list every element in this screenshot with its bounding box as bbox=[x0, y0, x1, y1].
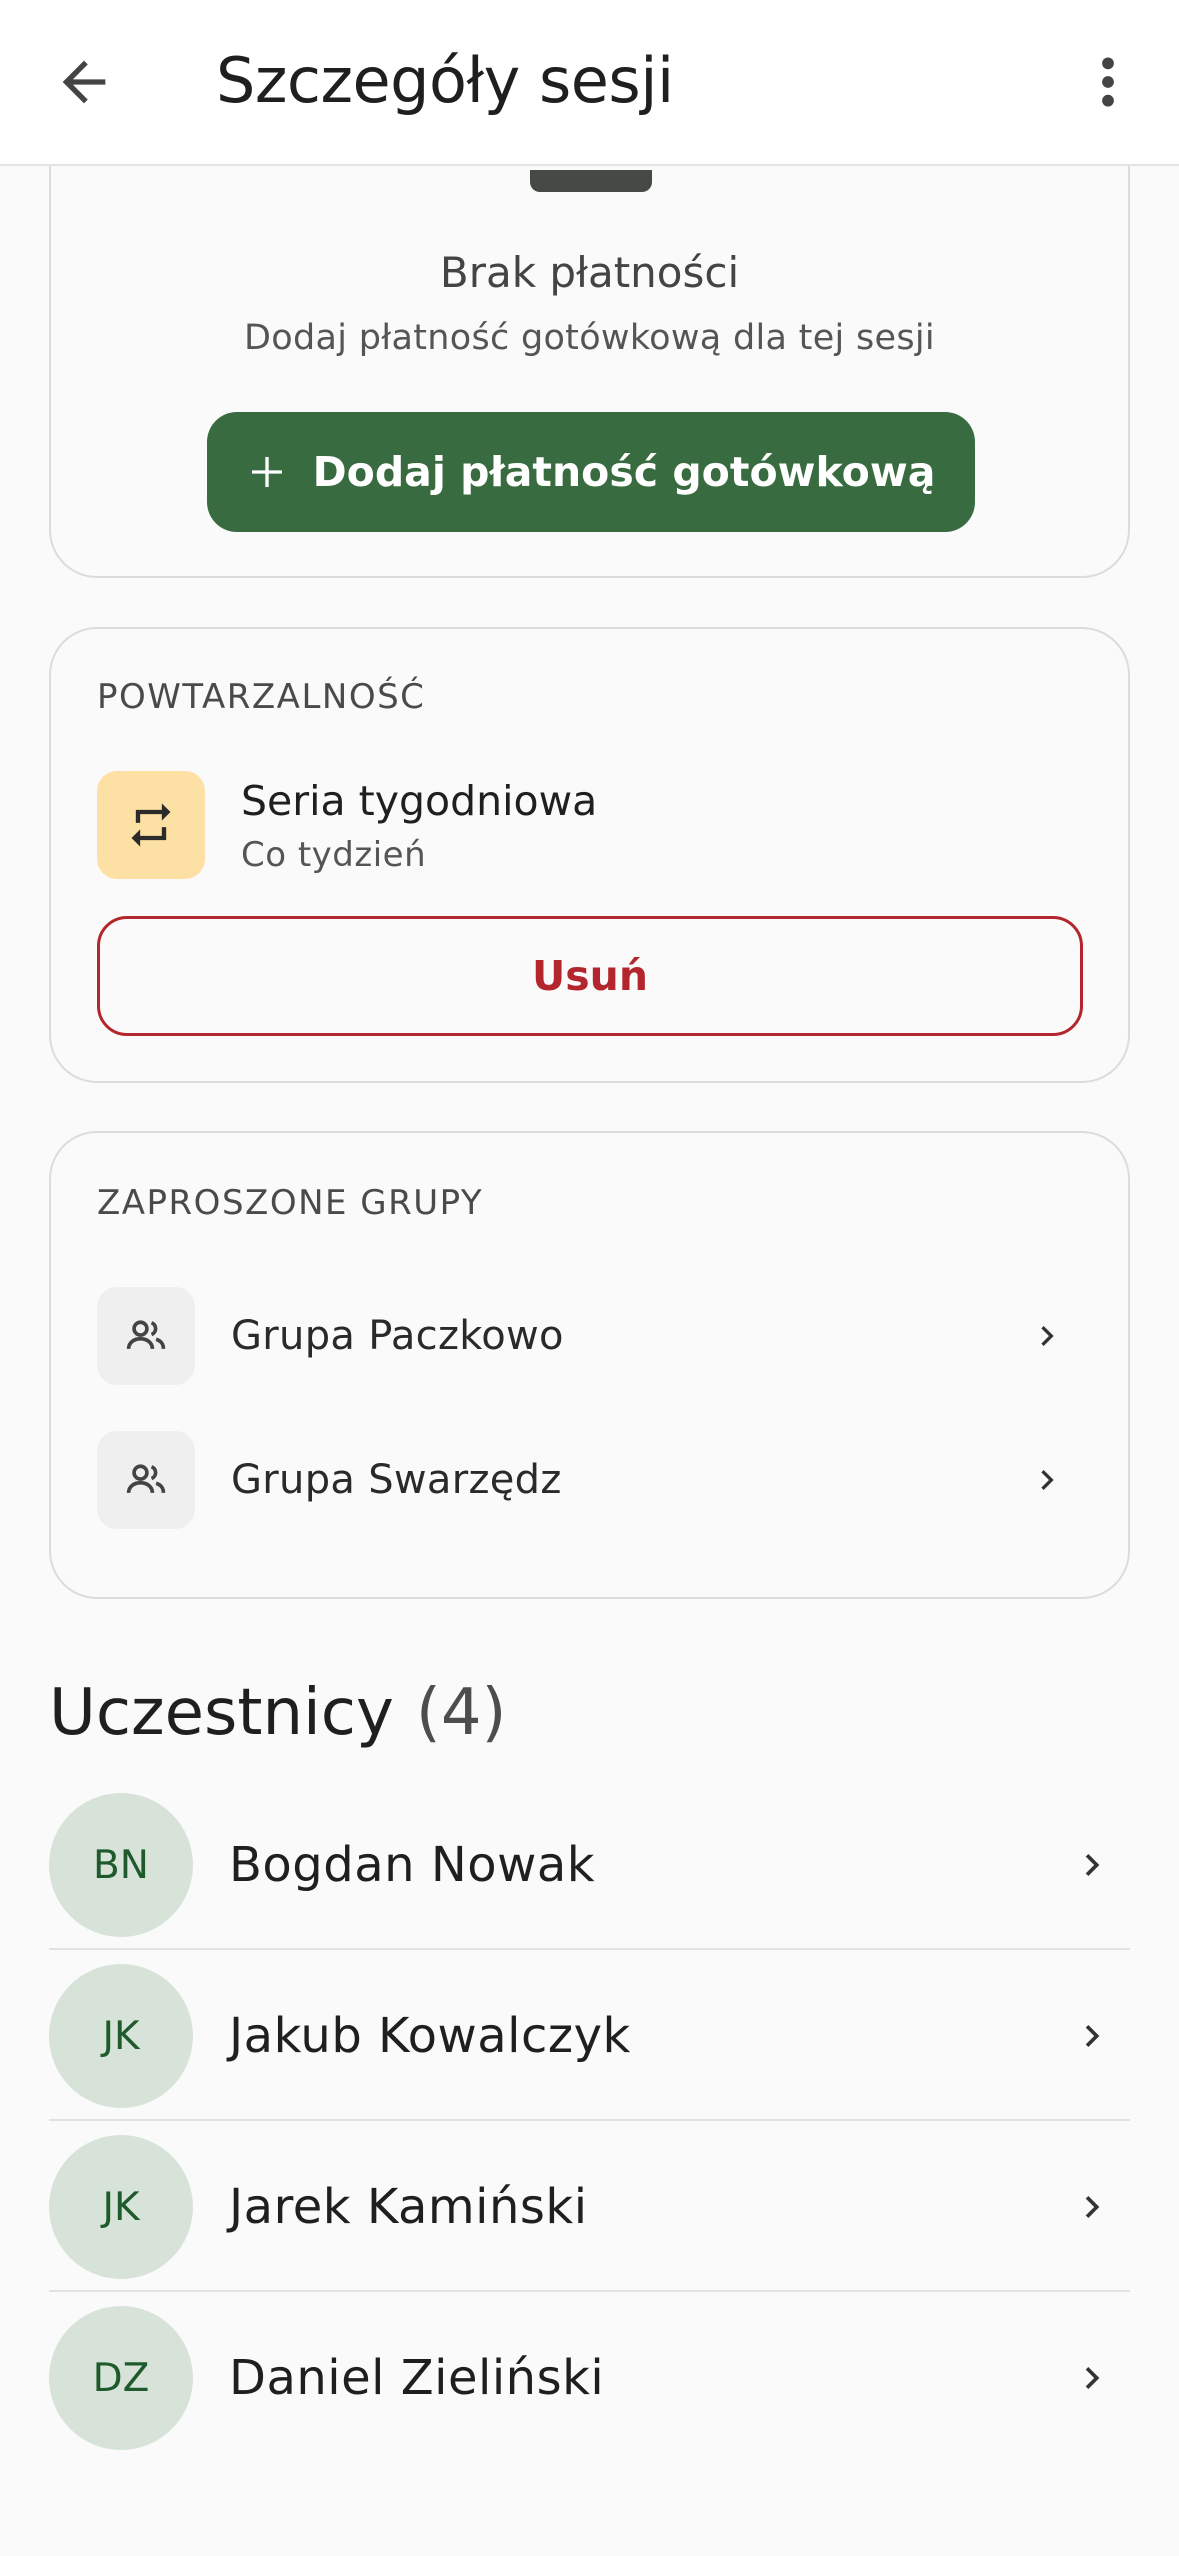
recurrence-section-label: POWTARZALNOŚĆ bbox=[97, 677, 426, 717]
repeat-icon bbox=[131, 803, 171, 847]
group-name: Grupa Paczkowo bbox=[231, 1313, 564, 1359]
plus-icon bbox=[251, 457, 282, 487]
chevron-right-icon bbox=[1085, 2025, 1100, 2047]
chevron-right-icon bbox=[1085, 2367, 1100, 2389]
payment-empty-title: Brak płatności bbox=[439, 248, 740, 297]
avatar: JK bbox=[49, 2135, 193, 2279]
participants-label: Uczestnicy bbox=[49, 1676, 394, 1750]
participant-name: Daniel Zieliński bbox=[229, 2350, 605, 2406]
group-item-paczkowo[interactable]: Grupa Paczkowo bbox=[97, 1287, 1083, 1385]
avatar: BN bbox=[49, 1793, 193, 1937]
recurrence-subtitle: Co tydzień bbox=[241, 835, 427, 875]
payment-card: Brak płatności Dodaj płatność gotówkową … bbox=[49, 110, 1130, 578]
participant-row[interactable]: JK Jarek Kamiński bbox=[49, 2121, 1130, 2292]
arrow-left-icon[interactable] bbox=[52, 50, 116, 114]
group-icon-container bbox=[97, 1287, 195, 1385]
group-icon-container bbox=[97, 1431, 195, 1529]
chevron-right-icon bbox=[1041, 1470, 1054, 1490]
group-item-swarzedz[interactable]: Grupa Swarzędz bbox=[97, 1431, 1083, 1529]
wallet-icon bbox=[530, 170, 652, 192]
page-title: Szczegóły sesji bbox=[216, 44, 674, 117]
participant-name: Bogdan Nowak bbox=[229, 1837, 596, 1893]
people-icon bbox=[126, 1320, 166, 1350]
participant-row[interactable]: BN Bogdan Nowak bbox=[49, 1779, 1130, 1950]
add-cash-payment-label: Dodaj płatność gotówkową bbox=[312, 448, 936, 496]
avatar: DZ bbox=[49, 2306, 193, 2450]
remove-recurrence-button[interactable]: Usuń bbox=[97, 916, 1083, 1036]
more-vertical-icon[interactable] bbox=[1090, 50, 1126, 114]
people-icon bbox=[126, 1464, 166, 1494]
groups-section-label: ZAPROSZONE GRUPY bbox=[97, 1183, 484, 1223]
recurrence-card: POWTARZALNOŚĆ Seria tygodniowa Co tydzie… bbox=[49, 627, 1130, 1083]
app-bar: Szczegóły sesji bbox=[0, 0, 1179, 166]
group-name: Grupa Swarzędz bbox=[231, 1457, 562, 1503]
participants-title: Uczestnicy (4) bbox=[49, 1676, 507, 1750]
avatar: JK bbox=[49, 1964, 193, 2108]
payment-empty-subtitle: Dodaj płatność gotówkową dla tej sesji bbox=[244, 318, 935, 358]
participant-name: Jarek Kamiński bbox=[229, 2179, 588, 2235]
add-cash-payment-button[interactable]: Dodaj płatność gotówkową bbox=[207, 412, 975, 532]
chevron-right-icon bbox=[1085, 2196, 1100, 2218]
participants-count: (4) bbox=[415, 1676, 507, 1750]
recurrence-icon-container bbox=[97, 771, 205, 879]
chevron-right-icon bbox=[1085, 1854, 1100, 1876]
participant-row[interactable]: DZ Daniel Zieliński bbox=[49, 2292, 1130, 2463]
participant-row[interactable]: JK Jakub Kowalczyk bbox=[49, 1950, 1130, 2121]
chevron-right-icon bbox=[1041, 1326, 1054, 1346]
participant-name: Jakub Kowalczyk bbox=[229, 2008, 631, 2064]
recurrence-title: Seria tygodniowa bbox=[241, 777, 598, 825]
invited-groups-card: ZAPROSZONE GRUPY Grupa Paczkowo Grupa Sw… bbox=[49, 1131, 1130, 1599]
